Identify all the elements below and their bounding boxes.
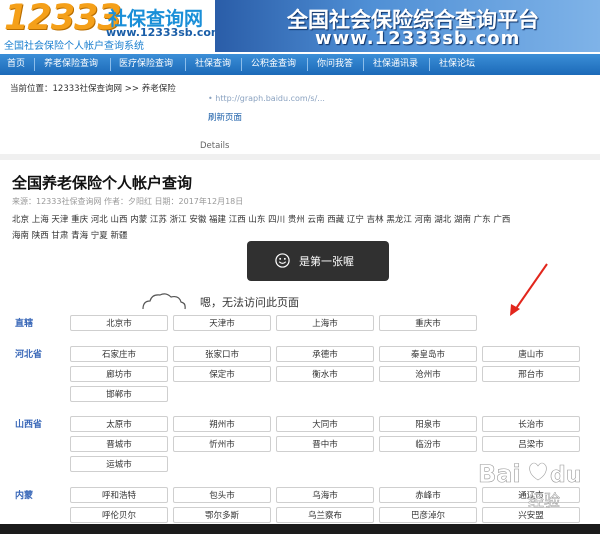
nav-separator — [185, 58, 186, 71]
baidu-watermark: Bai du 经验 — [478, 460, 582, 511]
city-button[interactable]: 张家口市 — [173, 346, 271, 362]
smiley-icon — [275, 253, 290, 268]
city-button[interactable]: 衡水市 — [276, 366, 374, 382]
region-label-shanxi: 山西省 — [15, 420, 43, 430]
nav-item-social-security[interactable]: 社保查询 — [195, 54, 231, 75]
city-button[interactable]: 阳泉市 — [379, 416, 477, 432]
nav-item-medical[interactable]: 医疗保险查询 — [119, 54, 173, 75]
article-meta: 来源：12333社保查询网 作者：夕阳红 日期：2017年12月18日 — [12, 197, 244, 206]
region-label-hebei: 河北省 — [15, 350, 43, 360]
svg-text:Bai: Bai — [478, 460, 521, 488]
city-button[interactable]: 廊坊市 — [70, 366, 168, 382]
nav-item-qa[interactable]: 你问我答 — [317, 54, 353, 75]
city-button[interactable]: 秦皇岛市 — [379, 346, 477, 362]
nav-item-home[interactable]: 首页 — [7, 54, 25, 75]
city-button[interactable]: 乌海市 — [276, 487, 374, 503]
popup-refresh-item[interactable]: 刷新页面 — [208, 111, 325, 123]
city-button[interactable]: 重庆市 — [379, 315, 477, 331]
nav-separator — [241, 58, 242, 71]
site-logo-subtitle: 全国社会保险个人帐户查询系统 — [4, 41, 144, 52]
city-button[interactable]: 上海市 — [276, 315, 374, 331]
nav-item-directory[interactable]: 社保通讯录 — [373, 54, 418, 75]
city-button[interactable]: 唐山市 — [482, 346, 580, 362]
toast-text: 是第一张喔 — [299, 255, 354, 268]
popup-menu: • http://graph.baidu.com/s/... 刷新页面 — [208, 94, 325, 123]
city-button[interactable]: 邯郸市 — [70, 386, 168, 402]
nav-separator — [110, 58, 111, 71]
site-banner: 12333 社保查询网 www.12333sb.com 全国社会保险个人帐户查询… — [0, 0, 600, 52]
site-logo-number[interactable]: 12333 — [4, 0, 122, 38]
nav-separator — [363, 58, 364, 71]
bottom-taskbar — [0, 524, 600, 534]
city-button[interactable]: 晋中市 — [276, 436, 374, 452]
popup-refresh-label[interactable]: 刷新页面 — [208, 113, 242, 123]
region-label-inner-mongolia: 内蒙 — [15, 491, 34, 501]
cloud-icon — [142, 293, 186, 310]
city-button[interactable]: 运城市 — [70, 456, 168, 472]
svg-text:经验: 经验 — [528, 491, 560, 510]
city-button[interactable]: 石家庄市 — [70, 346, 168, 362]
city-button[interactable]: 乌兰察布 — [276, 507, 374, 523]
city-button[interactable]: 沧州市 — [379, 366, 477, 382]
main-nav: 首页 养老保险查询 医疗保险查询 社保查询 公积金查询 你问我答 社保通讯录 社… — [0, 54, 600, 75]
toast-message: 是第一张喔 — [247, 241, 389, 281]
breadcrumb: 当前位置：12333社保查询网 >> 养老保险 — [10, 84, 176, 94]
city-button[interactable]: 大同市 — [276, 416, 374, 432]
city-button[interactable]: 包头市 — [173, 487, 271, 503]
annotation-arrow-icon — [510, 263, 548, 316]
nav-separator — [307, 58, 308, 71]
banner-graphic: 全国社会保险综合查询平台 www.12333sb.com — [215, 0, 600, 52]
city-button[interactable]: 朔州市 — [173, 416, 271, 432]
city-button[interactable]: 吕梁市 — [482, 436, 580, 452]
city-button[interactable]: 呼和浩特 — [70, 487, 168, 503]
city-button[interactable]: 承德市 — [276, 346, 374, 362]
page-error-text: 嗯，无法访问此页面 — [200, 296, 299, 309]
nav-separator — [34, 58, 35, 71]
city-button[interactable]: 北京市 — [70, 315, 168, 331]
city-button[interactable]: 赤峰市 — [379, 487, 477, 503]
region-label-municipalities: 直辖 — [15, 319, 34, 329]
nav-item-pension[interactable]: 养老保险查询 — [44, 54, 98, 75]
nav-item-housing-fund[interactable]: 公积金查询 — [251, 54, 296, 75]
banner-url: www.12333sb.com — [315, 28, 521, 49]
page-title: 全国养老保险个人帐户查询 — [12, 174, 193, 192]
city-button[interactable]: 晋城市 — [70, 436, 168, 452]
city-button[interactable]: 邢台市 — [482, 366, 580, 382]
popup-faded-link[interactable]: • http://graph.baidu.com/s/... — [208, 94, 325, 103]
city-button[interactable]: 忻州市 — [173, 436, 271, 452]
svg-text:du: du — [550, 463, 581, 488]
city-button[interactable]: 临汾市 — [379, 436, 477, 452]
details-label[interactable]: Details — [200, 141, 229, 151]
city-button[interactable]: 长治市 — [482, 416, 580, 432]
city-button[interactable]: 呼伦贝尔 — [70, 507, 168, 523]
city-button[interactable]: 巴彦淖尔 — [379, 507, 477, 523]
city-button[interactable]: 太原市 — [70, 416, 168, 432]
city-button[interactable]: 天津市 — [173, 315, 271, 331]
nav-item-forum[interactable]: 社保论坛 — [439, 54, 475, 75]
city-button[interactable]: 保定市 — [173, 366, 271, 382]
city-button[interactable]: 鄂尔多斯 — [173, 507, 271, 523]
nav-separator — [429, 58, 430, 71]
province-links-row[interactable]: 海南 陕西 甘肃 青海 宁夏 新疆 — [12, 229, 128, 241]
province-links-row[interactable]: 北京 上海 天津 重庆 河北 山西 内蒙 江苏 浙江 安徽 福建 江西 山东 四… — [12, 213, 510, 225]
